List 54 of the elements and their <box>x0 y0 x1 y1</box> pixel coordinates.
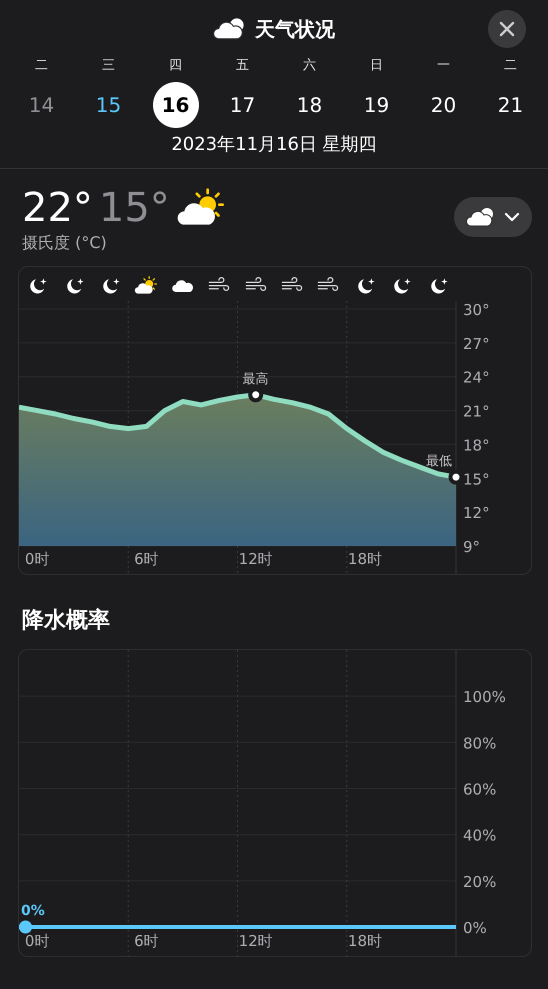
date-button[interactable]: 15 <box>86 82 132 128</box>
tick-label: 0% <box>463 919 487 937</box>
tick-label: 12时 <box>238 550 273 568</box>
window-title: 天气状况 <box>255 16 335 42</box>
tick-label: 12时 <box>238 932 273 950</box>
tick-label: 0时 <box>24 932 50 950</box>
annotation-label: 0% <box>21 903 45 919</box>
date-button[interactable]: 19 <box>354 82 400 128</box>
tick-label: 20% <box>463 872 496 891</box>
full-date: 2023年11月16日 星期四 <box>0 128 548 169</box>
tick-label: 9° <box>463 538 480 556</box>
tick-label: 6时 <box>134 550 159 568</box>
date-button[interactable]: 21 <box>488 82 534 128</box>
weekday-label: 二 <box>504 57 517 75</box>
date-button[interactable]: 16 <box>152 82 198 128</box>
tick-label: 18° <box>463 436 490 454</box>
section-title: 降水概率 <box>21 606 111 635</box>
tick-label: 100% <box>463 688 506 706</box>
date-button[interactable]: 18 <box>286 82 332 128</box>
marker-dot <box>19 920 32 934</box>
weekday-label: 二 <box>35 57 48 75</box>
weekday-label: 日 <box>370 57 383 75</box>
date-button[interactable]: 17 <box>220 82 266 128</box>
tick-label: 0时 <box>24 550 50 568</box>
close-button[interactable] <box>488 10 526 48</box>
weekday-label: 五 <box>236 57 249 75</box>
annotation-label: 最高 <box>242 372 269 387</box>
condition-dropdown[interactable] <box>454 197 532 237</box>
tick-label: 24° <box>463 368 490 387</box>
sun-cloud-icon <box>134 276 158 296</box>
tick-label: 40% <box>463 826 496 845</box>
weekday-label: 六 <box>303 57 316 75</box>
weekday-label: 三 <box>102 57 115 75</box>
tick-label: 27° <box>463 334 490 353</box>
tick-label: 80% <box>463 734 496 752</box>
tick-label: 60% <box>463 780 496 798</box>
tick-label: 6时 <box>134 932 159 950</box>
tick-label: 15° <box>463 470 490 488</box>
clouds-icon <box>466 205 496 229</box>
tick-label: 18时 <box>348 932 382 950</box>
weekday-label: 四 <box>169 57 182 75</box>
close-icon <box>499 21 515 37</box>
weekday-label: 一 <box>437 57 450 75</box>
tick-label: 30° <box>463 301 490 319</box>
high-temperature: 22° <box>22 185 93 231</box>
date-button[interactable]: 14 <box>18 82 64 128</box>
tick-label: 21° <box>463 402 490 421</box>
tick-label: 18时 <box>348 550 382 568</box>
chevron-down-icon <box>504 212 520 222</box>
low-temperature: 15° <box>98 185 170 231</box>
unit-label: 摄氏度 (°C) <box>22 233 108 254</box>
date-button[interactable]: 20 <box>420 82 466 128</box>
annotation-label: 最低 <box>426 454 452 470</box>
tick-label: 12° <box>463 504 490 522</box>
